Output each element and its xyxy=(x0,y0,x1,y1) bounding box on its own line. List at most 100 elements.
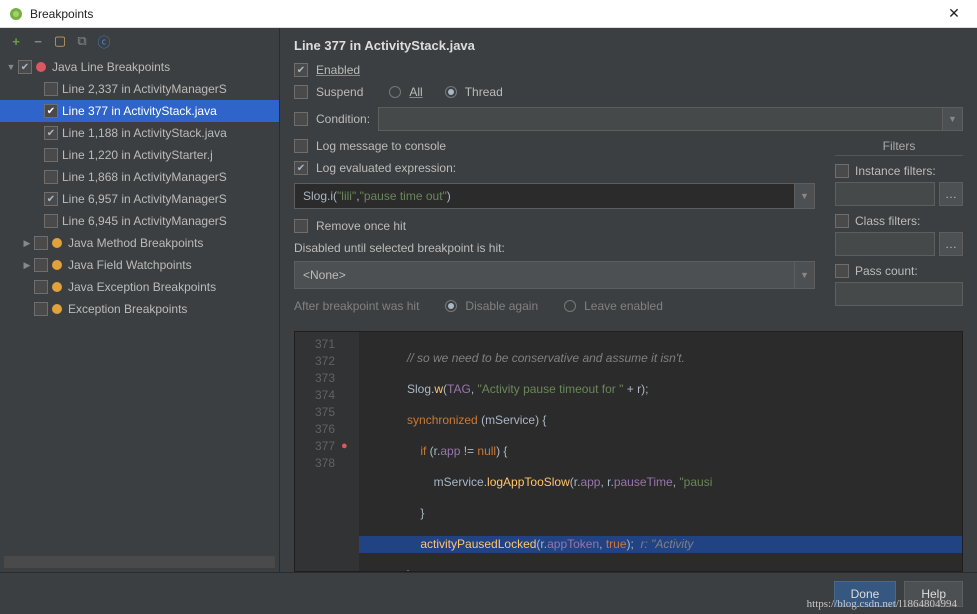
help-button[interactable]: Help xyxy=(904,581,963,607)
enabled-label: Enabled xyxy=(316,63,360,77)
class-filters-checkbox[interactable] xyxy=(835,214,849,228)
class-filters-label: Class filters: xyxy=(855,214,920,228)
expression-input[interactable]: Slog.i("lili", "pause time out") xyxy=(294,183,795,209)
tree-item[interactable]: Line 6,957 in ActivityManagerS xyxy=(0,188,279,210)
condition-input[interactable] xyxy=(378,107,943,131)
instance-filters-input[interactable] xyxy=(835,182,935,206)
tree-group-method[interactable]: ▶ Java Method Breakpoints xyxy=(0,232,279,254)
breakpoint-gutter[interactable]: ● xyxy=(341,332,359,571)
remove-icon[interactable]: − xyxy=(30,33,46,49)
tree-group-java-exception[interactable]: ▶ Java Exception Breakpoints xyxy=(0,276,279,298)
horizontal-scrollbar[interactable] xyxy=(4,556,275,568)
bp-checkbox[interactable] xyxy=(44,126,58,140)
log-message-checkbox[interactable] xyxy=(294,139,308,153)
leave-enabled-radio[interactable] xyxy=(564,300,576,312)
group-label: Java Exception Breakpoints xyxy=(68,280,216,294)
group-checkbox[interactable] xyxy=(34,258,48,272)
bp-label: Line 1,868 in ActivityManagerS xyxy=(62,170,227,184)
breakpoints-tree[interactable]: ▼ Java Line Breakpoints Line 2,337 in Ac… xyxy=(0,54,279,552)
pass-count-input[interactable] xyxy=(835,282,963,306)
instance-filters-browse[interactable]: … xyxy=(939,182,963,206)
class-filters-input[interactable] xyxy=(835,232,935,256)
tree-item[interactable]: Line 2,337 in ActivityManagerS xyxy=(0,78,279,100)
bp-checkbox[interactable] xyxy=(44,148,58,162)
add-icon[interactable]: + xyxy=(8,33,24,49)
disabled-until-select[interactable]: <None> xyxy=(294,261,795,289)
line-gutter: 371372373374375376377378 xyxy=(295,332,341,571)
tree-item[interactable]: Line 6,945 in ActivityManagerS xyxy=(0,210,279,232)
breakpoint-marker-icon[interactable]: ● xyxy=(341,438,359,455)
tree-item[interactable]: Line 1,868 in ActivityManagerS xyxy=(0,166,279,188)
filters-section: Filters Instance filters: … Class filter… xyxy=(835,139,963,321)
tree-item[interactable]: Line 1,220 in ActivityStarter.j xyxy=(0,144,279,166)
enabled-checkbox[interactable] xyxy=(294,63,308,77)
class-icon[interactable]: ⓒ xyxy=(96,33,112,49)
group-label: Java Line Breakpoints xyxy=(52,60,170,74)
folder-icon[interactable]: ▢ xyxy=(52,33,68,49)
group-checkbox[interactable] xyxy=(34,280,48,294)
pass-count-label: Pass count: xyxy=(855,264,918,278)
group-label: Exception Breakpoints xyxy=(68,302,187,316)
disable-again-label: Disable again xyxy=(465,299,538,313)
log-expr-checkbox[interactable] xyxy=(294,161,308,175)
suspend-all-radio[interactable] xyxy=(389,86,401,98)
condition-label: Condition: xyxy=(316,112,370,126)
bp-checkbox[interactable] xyxy=(44,82,58,96)
window-title: Breakpoints xyxy=(30,7,939,21)
bp-label: Line 6,945 in ActivityManagerS xyxy=(62,214,227,228)
bp-checkbox[interactable] xyxy=(44,192,58,206)
suspend-thread-radio[interactable] xyxy=(445,86,457,98)
group-checkbox[interactable] xyxy=(34,236,48,250)
filters-title: Filters xyxy=(835,139,963,156)
suspend-checkbox[interactable] xyxy=(294,85,308,99)
log-expr-label: Log evaluated expression: xyxy=(316,161,456,175)
breakpoint-dot-icon xyxy=(52,238,62,248)
code-lines[interactable]: // so we need to be conservative and ass… xyxy=(359,332,962,571)
breakpoint-title: Line 377 in ActivityStack.java xyxy=(294,38,963,53)
instance-filters-checkbox[interactable] xyxy=(835,164,849,178)
remove-once-checkbox[interactable] xyxy=(294,219,308,233)
log-message-label: Log message to console xyxy=(316,139,446,153)
titlebar: Breakpoints ✕ xyxy=(0,0,977,28)
tree-item[interactable]: Line 1,188 in ActivityStack.java xyxy=(0,122,279,144)
breakpoint-details-panel: Line 377 in ActivityStack.java Enabled S… xyxy=(280,28,977,572)
tree-group-java-line[interactable]: ▼ Java Line Breakpoints xyxy=(0,56,279,78)
pass-count-checkbox[interactable] xyxy=(835,264,849,278)
bp-label: Line 1,220 in ActivityStarter.j xyxy=(62,148,213,162)
bp-checkbox[interactable] xyxy=(44,170,58,184)
expression-dropdown-icon[interactable]: ▼ xyxy=(795,183,815,209)
group-label: Java Field Watchpoints xyxy=(68,258,192,272)
instance-filters-label: Instance filters: xyxy=(855,164,936,178)
disabled-until-label: Disabled until selected breakpoint is hi… xyxy=(294,241,815,255)
tree-item-selected[interactable]: Line 377 in ActivityStack.java xyxy=(0,100,279,122)
copy-icon[interactable]: ⧉ xyxy=(74,33,90,49)
disable-again-radio[interactable] xyxy=(445,300,457,312)
breakpoint-dot-icon xyxy=(36,62,46,72)
condition-dropdown-icon[interactable]: ▼ xyxy=(943,107,963,131)
bp-checkbox[interactable] xyxy=(44,214,58,228)
breakpoint-dot-icon xyxy=(52,304,62,314)
all-label: All xyxy=(409,85,422,99)
thread-label: Thread xyxy=(465,85,503,99)
group-checkbox[interactable] xyxy=(34,302,48,316)
breakpoint-dot-icon xyxy=(52,282,62,292)
class-filters-browse[interactable]: … xyxy=(939,232,963,256)
group-checkbox[interactable] xyxy=(18,60,32,74)
close-icon[interactable]: ✕ xyxy=(939,5,969,22)
done-button[interactable]: Done xyxy=(834,581,897,607)
chevron-down-icon[interactable]: ▼ xyxy=(795,261,815,289)
leave-enabled-label: Leave enabled xyxy=(584,299,663,313)
condition-checkbox[interactable] xyxy=(294,112,308,126)
bp-label: Line 1,188 in ActivityStack.java xyxy=(62,126,227,140)
breakpoints-tree-panel: + − ▢ ⧉ ⓒ ▼ Java Line Breakpoints xyxy=(0,28,280,572)
bp-checkbox[interactable] xyxy=(44,104,58,118)
tree-group-exception[interactable]: ▶ Exception Breakpoints xyxy=(0,298,279,320)
suspend-label: Suspend xyxy=(316,85,363,99)
tree-group-field[interactable]: ▶ Java Field Watchpoints xyxy=(0,254,279,276)
code-preview: 371372373374375376377378 ● // so we need… xyxy=(294,331,963,572)
bp-label: Line 6,957 in ActivityManagerS xyxy=(62,192,227,206)
breakpoint-dot-icon xyxy=(52,260,62,270)
after-hit-label: After breakpoint was hit xyxy=(294,299,419,313)
bp-label: Line 2,337 in ActivityManagerS xyxy=(62,82,227,96)
bp-label: Line 377 in ActivityStack.java xyxy=(62,104,217,118)
